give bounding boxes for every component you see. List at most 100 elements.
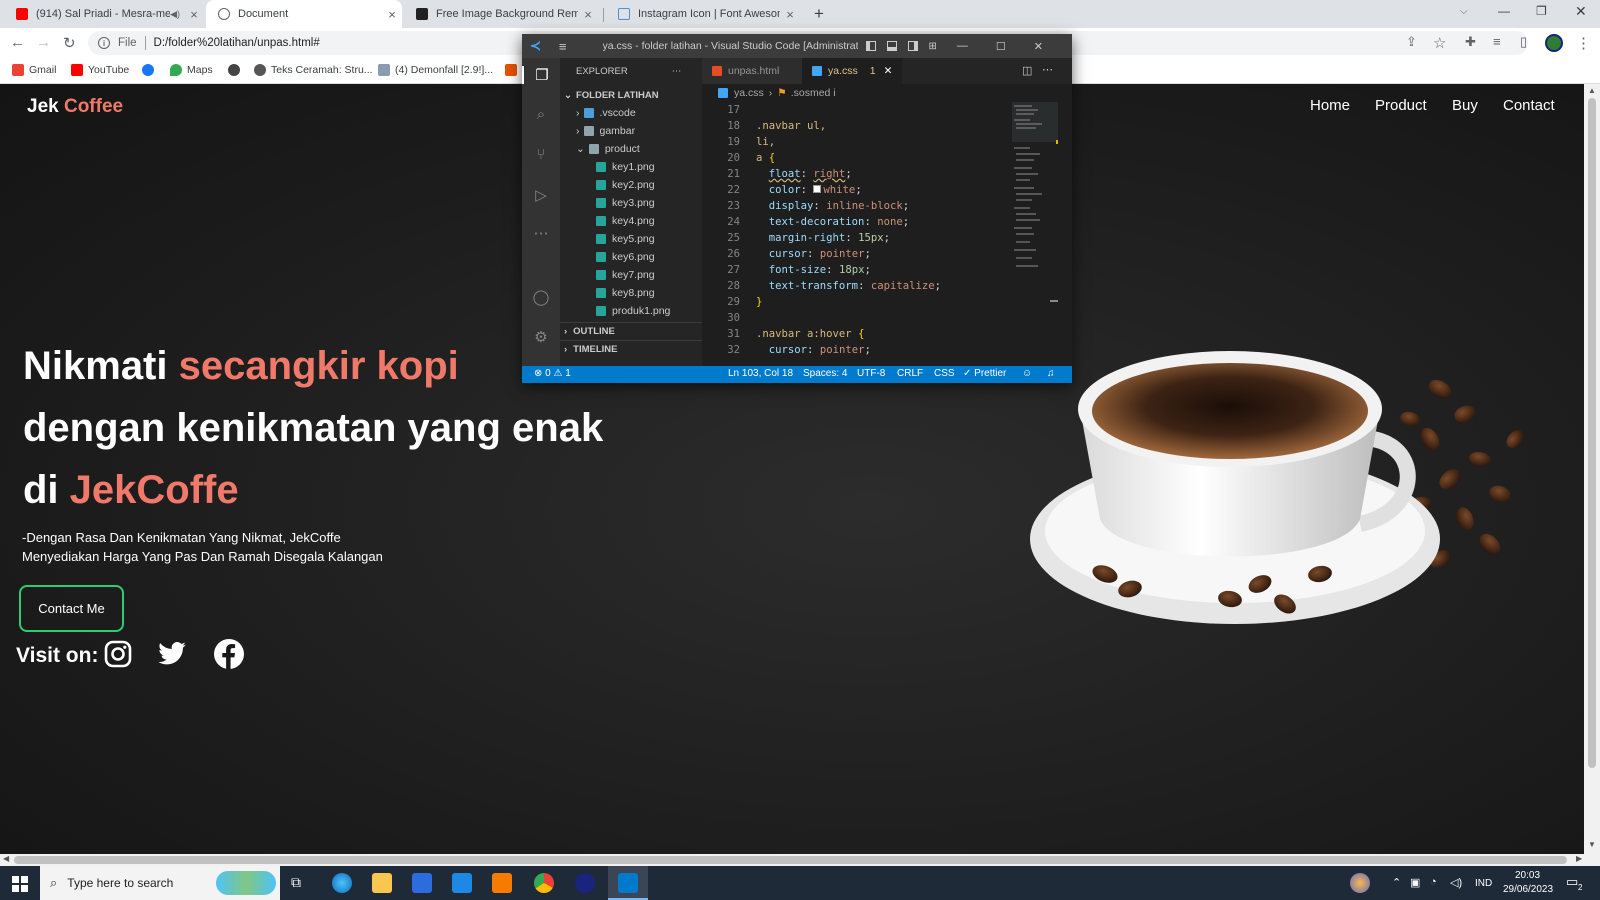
bookmark-star-icon[interactable]: ☆ bbox=[1433, 34, 1446, 52]
taskbar-search-box[interactable]: ⌕ Type here to search bbox=[40, 866, 280, 900]
notifications-bell-icon[interactable]: ♫ bbox=[1047, 368, 1055, 379]
folder-header[interactable]: ⌄ FOLDER LATIHAN bbox=[560, 86, 702, 104]
info-icon[interactable]: i bbox=[98, 37, 110, 49]
explorer-icon[interactable]: ❐ bbox=[522, 66, 560, 84]
scroll-down-arrow-icon[interactable]: ▼ bbox=[1588, 840, 1596, 849]
tree-item-file[interactable]: key5.png bbox=[560, 230, 702, 248]
url-text[interactable]: D:/folder%20latihan/unpas.html# bbox=[154, 37, 320, 49]
breadcrumb-symbol[interactable]: .sosmed i bbox=[791, 87, 836, 99]
clock-time[interactable]: 20:03 bbox=[1515, 870, 1540, 881]
encoding[interactable]: UTF-8 bbox=[857, 368, 885, 379]
facebook-icon[interactable] bbox=[213, 638, 245, 670]
settings-gear-icon[interactable]: ⚙ bbox=[522, 328, 560, 346]
outline-section[interactable]: › OUTLINE bbox=[560, 322, 702, 340]
nav-product[interactable]: Product bbox=[1375, 97, 1427, 114]
bookmark-gmail[interactable]: Gmail bbox=[12, 64, 56, 76]
nav-buy[interactable]: Buy bbox=[1452, 97, 1478, 114]
new-tab-button[interactable]: + bbox=[814, 4, 824, 24]
bookmark-youtube[interactable]: YouTube bbox=[71, 64, 129, 76]
run-debug-icon[interactable]: ▷ bbox=[522, 186, 560, 204]
more-views-icon[interactable]: ⋯ bbox=[522, 224, 560, 242]
source-control-icon[interactable]: ⑂ bbox=[522, 146, 560, 163]
volume-icon[interactable]: ◁) bbox=[1450, 876, 1462, 889]
tab-font-awesome[interactable]: Instagram Icon | Font Awesome × bbox=[606, 0, 800, 28]
close-window-icon[interactable]: ✕ bbox=[1575, 3, 1587, 20]
prettier-status[interactable]: ✓ Prettier bbox=[963, 368, 1006, 379]
explorer-more-icon[interactable]: ⋯ bbox=[672, 66, 682, 77]
tree-item-product[interactable]: ⌄ product bbox=[560, 140, 702, 158]
tab-close-icon[interactable]: × bbox=[184, 7, 204, 22]
language-mode[interactable]: CSS bbox=[934, 368, 955, 379]
vertical-scrollbar[interactable]: ▲ ▼ bbox=[1584, 84, 1600, 854]
tab-document[interactable]: Document × bbox=[206, 0, 402, 28]
twitter-icon[interactable] bbox=[156, 639, 188, 669]
accounts-icon[interactable]: ◯ bbox=[522, 288, 560, 306]
scroll-left-arrow-icon[interactable]: ◀ bbox=[3, 854, 9, 863]
tree-item-file[interactable]: key7.png bbox=[560, 266, 702, 284]
horizontal-scrollbar[interactable]: ◀ ▶ bbox=[0, 854, 1600, 866]
speaker-icon[interactable]: ◀) bbox=[170, 9, 180, 20]
share-icon[interactable]: ⇪ bbox=[1406, 34, 1417, 50]
minimize-icon[interactable]: — bbox=[1498, 4, 1510, 18]
reload-icon[interactable]: ↻ bbox=[63, 34, 76, 52]
tab-close-icon[interactable]: ✕ bbox=[884, 65, 893, 77]
meet-now-icon[interactable]: ▣ bbox=[1410, 876, 1420, 889]
side-panel-icon[interactable]: ▯ bbox=[1520, 34, 1527, 50]
tab-close-icon[interactable]: × bbox=[578, 7, 598, 22]
task-view-icon[interactable]: ⧉ bbox=[291, 874, 301, 891]
tab-bg-remover[interactable]: Free Image Background Remover × bbox=[404, 0, 598, 28]
tab-close-icon[interactable]: × bbox=[780, 7, 800, 22]
weather-icon[interactable] bbox=[1350, 873, 1370, 893]
bookmark-maps[interactable]: Maps bbox=[170, 64, 213, 76]
hamburger-menu-icon[interactable]: ≡ bbox=[559, 39, 567, 54]
breadcrumb-file[interactable]: ya.css bbox=[734, 87, 764, 99]
line-ending[interactable]: CRLF bbox=[897, 368, 923, 379]
tree-item-file[interactable]: key1.png bbox=[560, 158, 702, 176]
toggle-secondary-sidebar-icon[interactable] bbox=[907, 41, 918, 51]
wifi-icon[interactable]: ◔ bbox=[1430, 876, 1437, 888]
contact-me-button[interactable]: Contact Me bbox=[19, 585, 124, 632]
cursor-position[interactable]: Ln 103, Col 18 bbox=[728, 368, 793, 379]
media-player-icon[interactable] bbox=[492, 873, 512, 893]
forward-arrow-icon[interactable]: → bbox=[36, 34, 51, 51]
tab-close-icon[interactable]: × bbox=[382, 7, 402, 22]
tab-search-chevron-icon[interactable]: ⌵ bbox=[1460, 6, 1468, 17]
customize-layout-icon[interactable]: ⊞ bbox=[929, 41, 937, 52]
vscode-minimize-icon[interactable]: — bbox=[957, 40, 968, 52]
mail-icon[interactable] bbox=[452, 873, 472, 893]
minimap[interactable] bbox=[1012, 102, 1058, 302]
bookmark-globe[interactable] bbox=[228, 64, 245, 76]
restore-icon[interactable]: ❐ bbox=[1536, 4, 1547, 18]
scrollbar-thumb[interactable] bbox=[1588, 98, 1596, 768]
menu-dots-icon[interactable]: ⋮ bbox=[1576, 34, 1591, 52]
problems-indicator[interactable]: ⊗ 0 ⚠ 1 bbox=[534, 368, 571, 379]
editor-tab-unpas-html[interactable]: unpas.html bbox=[702, 58, 802, 84]
tray-chevron-up-icon[interactable]: ⌃ bbox=[1392, 876, 1401, 889]
scroll-right-arrow-icon[interactable]: ▶ bbox=[1576, 854, 1582, 863]
microsoft-store-icon[interactable] bbox=[412, 873, 432, 893]
tree-item-file[interactable]: key2.png bbox=[560, 176, 702, 194]
file-explorer-icon[interactable] bbox=[372, 873, 392, 893]
tree-item-file[interactable]: key3.png bbox=[560, 194, 702, 212]
back-arrow-icon[interactable]: ← bbox=[10, 34, 25, 51]
app-icon[interactable] bbox=[575, 873, 595, 893]
nav-home[interactable]: Home bbox=[1310, 97, 1350, 114]
bookmark-more[interactable] bbox=[505, 64, 522, 76]
reading-list-icon[interactable]: ≡ bbox=[1493, 34, 1501, 49]
site-logo[interactable]: Jek Coffee bbox=[27, 96, 123, 118]
hscrollbar-thumb[interactable] bbox=[14, 856, 1567, 864]
color-swatch[interactable] bbox=[813, 185, 822, 193]
edge-icon[interactable] bbox=[332, 873, 352, 893]
tree-item-file[interactable]: produk1.png bbox=[560, 302, 702, 320]
action-center-icon[interactable]: ▭ bbox=[1566, 874, 1578, 890]
toggle-panel-icon[interactable] bbox=[886, 41, 897, 51]
windows-start-icon[interactable] bbox=[12, 876, 28, 892]
extensions-puzzle-icon[interactable]: ✚ bbox=[1465, 34, 1476, 50]
search-icon[interactable]: ⌕ bbox=[522, 106, 560, 123]
chrome-icon[interactable] bbox=[534, 873, 554, 893]
instagram-icon[interactable] bbox=[103, 639, 133, 669]
vscode-titlebar[interactable]: ≺ ≡ ya.css - folder latihan - Visual Stu… bbox=[522, 34, 1072, 58]
editor-tab-ya-css[interactable]: ya.css 1 ✕ bbox=[802, 58, 902, 84]
tree-item-gambar[interactable]: › gambar bbox=[560, 122, 702, 140]
split-editor-icon[interactable]: ◫ bbox=[1022, 64, 1032, 77]
